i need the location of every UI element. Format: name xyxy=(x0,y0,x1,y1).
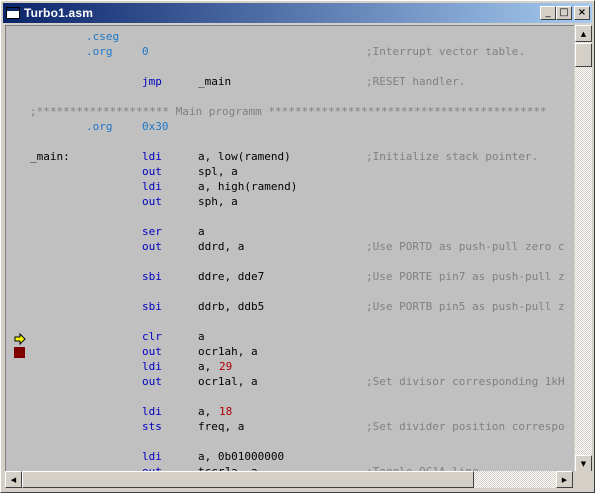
code-numeric-literal: 18 xyxy=(219,405,233,418)
code-mnemonic: out xyxy=(142,345,162,358)
code-line[interactable] xyxy=(6,285,574,300)
code-label: _main: xyxy=(30,150,70,163)
scroll-up-button[interactable]: ▲ xyxy=(575,25,592,42)
code-line[interactable] xyxy=(6,135,574,150)
code-mnemonic: sbi xyxy=(142,300,162,313)
code-banner-comment: ;******************** Main programm ****… xyxy=(30,105,547,118)
code-line[interactable]: ser a xyxy=(6,225,574,240)
code-numeric-literal: 29 xyxy=(219,360,233,373)
code-operands: ddrd, a xyxy=(198,240,245,253)
scroll-left-button[interactable]: ◀ xyxy=(5,471,22,488)
code-operands: a, high(ramend) xyxy=(198,180,298,193)
vertical-scrollbar[interactable]: ▲ ▼ xyxy=(575,25,592,472)
code-directive: .org xyxy=(86,120,113,133)
code-mnemonic: ldi xyxy=(142,450,162,463)
code-mnemonic: jmp xyxy=(142,75,162,88)
code-line[interactable] xyxy=(6,255,574,270)
code-line[interactable]: sbi ddre, dde7 ;Use PORTE pin7 as push-pul… xyxy=(6,270,574,285)
code-mnemonic: out xyxy=(142,195,162,208)
code-mnemonic: ldi xyxy=(142,360,162,373)
code-comment: ;Use PORTB pin5 as push-pull z xyxy=(366,300,565,313)
code-comment: ;Use PORTE pin7 as push-pull z xyxy=(366,270,565,283)
code-line[interactable]: .cseg xyxy=(6,30,574,45)
code-line[interactable]: out ocr1al, a ;Set divisor corresponding 1… xyxy=(6,375,574,390)
code-line[interactable] xyxy=(6,90,574,105)
code-line[interactable]: out spl, a xyxy=(6,165,574,180)
code-line[interactable] xyxy=(6,315,574,330)
code-operands: ocr1ah, a xyxy=(198,345,258,358)
title-bar[interactable]: Turbo1.asm _ □ × xyxy=(3,3,592,23)
horizontal-scroll-thumb[interactable] xyxy=(22,471,474,488)
breakpoint-icon[interactable] xyxy=(14,347,25,358)
code-line[interactable] xyxy=(6,210,574,225)
code-mnemonic: sbi xyxy=(142,270,162,283)
code-line[interactable]: clr a xyxy=(6,330,574,345)
code-line[interactable]: ldi a, 0b01000000 xyxy=(6,450,574,465)
code-mnemonic: out xyxy=(142,240,162,253)
code-operands: freq, a xyxy=(198,420,245,433)
code-line[interactable]: out sph, a xyxy=(6,195,574,210)
code-line[interactable]: jmp _main ;RESET handler. xyxy=(6,75,574,90)
code-line[interactable]: .org 0 ;Interrupt vector table. xyxy=(6,45,574,60)
code-line[interactable]: ;******************** Main programm ****… xyxy=(6,105,574,120)
code-editor[interactable]: .cseg .org 0 ;Interrupt vector table. jmp _ma… xyxy=(5,25,574,473)
code-comment: ;RESET handler. xyxy=(366,75,466,88)
code-line[interactable]: out ocr1ah, a xyxy=(6,345,574,360)
code-line[interactable] xyxy=(6,60,574,75)
code-directive: .cseg xyxy=(86,30,120,43)
code-operands: a, low(ramend) xyxy=(198,150,291,163)
maximize-button[interactable]: □ xyxy=(556,6,572,20)
code-mnemonic: ldi xyxy=(142,150,162,163)
code-line[interactable]: out ddrd, a ;Use PORTD as push-pull zero c xyxy=(6,240,574,255)
code-operands: a, 0b01000000 xyxy=(198,450,285,463)
code-line[interactable]: ldi a, high(ramend) xyxy=(6,180,574,195)
code-comment: ;Initialize stack pointer. xyxy=(366,150,539,163)
code-mnemonic: clr xyxy=(142,330,162,343)
close-button[interactable]: × xyxy=(574,6,590,20)
horizontal-scrollbar[interactable]: ◀ ▶ xyxy=(5,471,573,488)
code-directive-value: 0 xyxy=(142,45,149,58)
code-operands: a, xyxy=(198,360,218,373)
execution-arrow-icon[interactable] xyxy=(14,332,26,346)
size-grip[interactable] xyxy=(575,471,592,488)
code-line[interactable]: ldi a, 29 xyxy=(6,360,574,375)
scroll-right-button[interactable]: ▶ xyxy=(556,471,573,488)
editor-window: Turbo1.asm _ □ × .cseg .org 0 ;Interrupt ve… xyxy=(0,0,595,493)
code-operands: _main xyxy=(198,75,232,88)
code-line[interactable] xyxy=(6,390,574,405)
document-icon xyxy=(6,7,20,19)
code-line[interactable]: ldi a, 18 xyxy=(6,405,574,420)
vertical-scroll-thumb[interactable] xyxy=(575,43,592,67)
code-mnemonic: ser xyxy=(142,225,162,238)
window-title: Turbo1.asm xyxy=(24,6,94,20)
code-mnemonic: ldi xyxy=(142,405,162,418)
code-line[interactable]: .org 0x30 xyxy=(6,120,574,135)
code-mnemonic: ldi xyxy=(142,180,162,193)
code-comment: ;Interrupt vector table. xyxy=(366,45,525,58)
code-line[interactable]: sbi ddrb, ddb5 ;Use PORTB pin5 as push-pul… xyxy=(6,300,574,315)
code-operands: a xyxy=(198,330,205,343)
code-line[interactable] xyxy=(6,435,574,450)
code-operands: sph, a xyxy=(198,195,238,208)
code-line[interactable]: sts freq, a ;Set divider position correspo xyxy=(6,420,574,435)
code-directive-value: 0x30 xyxy=(142,120,169,133)
code-comment: ;Set divider position correspo xyxy=(366,420,565,433)
code-operands: ddrb, ddb5 xyxy=(198,300,265,313)
code-operands: ocr1al, a xyxy=(198,375,258,388)
code-line[interactable]: _main: ldi a, low(ramend) ;Initialize stack… xyxy=(6,150,574,165)
code-comment: ;Set divisor corresponding 1kH xyxy=(366,375,565,388)
code-mnemonic: sts xyxy=(142,420,162,433)
scroll-down-button[interactable]: ▼ xyxy=(575,455,592,472)
code-operands: a, xyxy=(198,405,218,418)
code-comment: ;Use PORTD as push-pull zero c xyxy=(366,240,565,253)
code-operands: a xyxy=(198,225,205,238)
code-operands: spl, a xyxy=(198,165,238,178)
minimize-button[interactable]: _ xyxy=(540,6,556,20)
code-mnemonic: out xyxy=(142,375,162,388)
code-mnemonic: out xyxy=(142,165,162,178)
code-operands: ddre, dde7 xyxy=(198,270,265,283)
code-directive: .org xyxy=(86,45,113,58)
